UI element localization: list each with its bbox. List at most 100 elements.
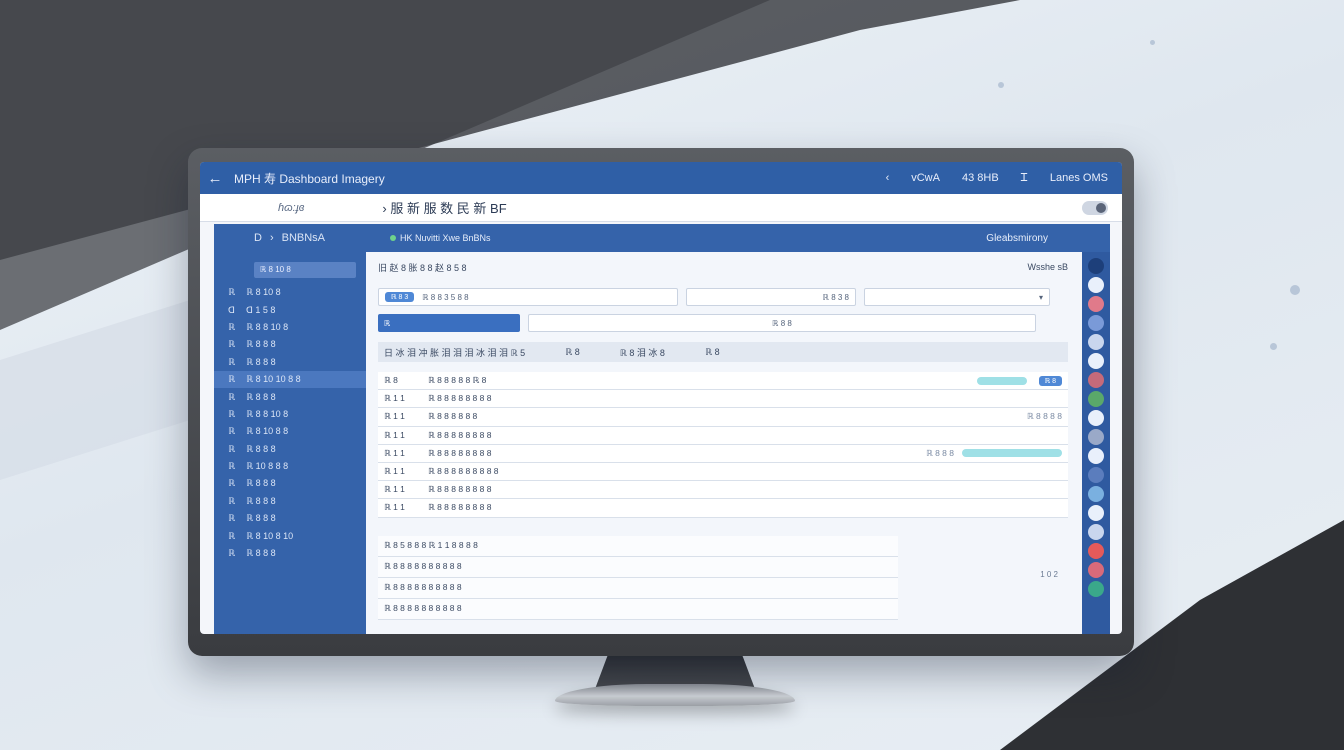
- cell-id: ℝ 1 1: [384, 411, 405, 422]
- cell-description: ℝ 8 8 8 8 8 8 8 8: [428, 484, 492, 495]
- sidebar-item-icon: ℝ: [228, 478, 236, 489]
- app-shortcut-icon[interactable]: [1088, 353, 1104, 369]
- app-shortcut-icon[interactable]: [1088, 258, 1104, 274]
- sidebar-item[interactable]: ℝ ℝ 8 8 8: [214, 545, 366, 562]
- app-shortcut-icon[interactable]: [1088, 581, 1104, 597]
- sidebar-logo: D: [254, 232, 262, 244]
- app-shortcut-icon[interactable]: [1088, 296, 1104, 312]
- title-action-3[interactable]: Ꮖ: [1021, 172, 1028, 185]
- sidebar-item-icon: ℝ: [228, 548, 236, 559]
- main-content: 旧 赵 8 胀 8 8 赵 8 5 8 Wsshe sB ℝ 8 3 ℝ 8 8…: [366, 252, 1080, 634]
- sidebar-item[interactable]: ℝ ℝ 8 8 10 8: [214, 319, 366, 336]
- sidebar-item-label: ℝ 8 10 8: [246, 287, 281, 298]
- list-item[interactable]: ℝ 8 8 8 8 8 8 8 8 8 8: [378, 577, 898, 599]
- cell-id: ℝ 1 1: [384, 484, 405, 495]
- right-app-rail: [1082, 252, 1110, 634]
- cell-meta: ℝ 8 8 8 8: [1026, 411, 1062, 422]
- app-shortcut-icon[interactable]: [1088, 543, 1104, 559]
- primary-action-button[interactable]: ℝ: [378, 314, 520, 332]
- sidebar-item-label: ℝ 8 10 8 10: [246, 530, 294, 541]
- cell-id: ℝ 1 1: [384, 502, 405, 513]
- table-row[interactable]: ℝ 1 1 ℝ 8 8 8 8 8 8 ℝ 8 8 8 8: [378, 408, 1068, 427]
- title-bar-actions: ‹ vCwA 43 8HB Ꮖ Lanes OMS: [886, 172, 1122, 185]
- app-shortcut-icon[interactable]: [1088, 524, 1104, 540]
- sidebar-item-icon: ℝ: [228, 495, 236, 506]
- cell-description: ℝ 8 8 8 8 8 8: [428, 411, 478, 422]
- title-action-2[interactable]: 43 8HB: [962, 172, 999, 184]
- cell-description: ℝ 8 8 8 8 8 8 8 8: [428, 502, 492, 513]
- app-shortcut-icon[interactable]: [1088, 391, 1104, 407]
- app-shortcut-icon[interactable]: [1088, 448, 1104, 464]
- table-row[interactable]: ℝ 1 1 ℝ 8 8 8 8 8 8 8 8: [378, 499, 1068, 518]
- cell-description: ℝ 8 8 8 8 8 8 8 8: [428, 429, 492, 440]
- sidebar-item-label: ℝ 8 8 8: [246, 339, 276, 350]
- sidebar-item-label: ℝ 8 8 10 8: [246, 408, 289, 419]
- cell-description: ℝ 8 8 8 8 8 8 8 8: [428, 393, 492, 404]
- sidebar-item-icon: ℝ: [228, 374, 236, 385]
- status-badge[interactable]: ℝ 8: [1038, 375, 1062, 386]
- sidebar-item[interactable]: ℝ ℝ 8 8 8: [214, 510, 366, 527]
- sidebar-item-label: ℝ 8 10 10 8 8: [246, 374, 301, 385]
- app-shortcut-icon[interactable]: [1088, 562, 1104, 578]
- toolbar-right-label[interactable]: Gleabsmirony: [986, 233, 1048, 244]
- sidebar-item[interactable]: ℝ ℝ 8 8 8: [214, 441, 366, 458]
- app-shortcut-icon[interactable]: [1088, 410, 1104, 426]
- sidebar-item[interactable]: ℝ ℝ 8 10 10 8 8: [214, 370, 366, 389]
- sidebar-item[interactable]: ℝ ℝ 8 10 8 8: [214, 423, 366, 440]
- app-shortcut-icon[interactable]: [1088, 486, 1104, 502]
- list-item[interactable]: ℝ 8 5 8 8 8 ℝ 1 1 8 8 8 8: [378, 535, 898, 557]
- action-field[interactable]: ℝ 8 8: [528, 314, 1036, 332]
- cell-description: ℝ 8 8 8 8 8 ℝ 8: [428, 375, 487, 386]
- sidebar-header: D › BNBNsA: [214, 224, 366, 252]
- breadcrumb[interactable]: › 服 新 服 数 民 新 BF: [382, 198, 506, 217]
- filter-field-2[interactable]: ℝ 8 3 8: [686, 288, 856, 306]
- content-toolbar: HK Nuvitti Xwe BnBNs Gleabsmirony: [366, 224, 1110, 252]
- monitor: ← MPH 寿 Dashboard Imagery ‹ vCwA 43 8HB …: [188, 148, 1134, 656]
- decor-dot: [1150, 40, 1155, 45]
- filter-select[interactable]: ▾: [864, 288, 1050, 306]
- list-item[interactable]: ℝ 8 8 8 8 8 8 8 8 8 8: [378, 598, 898, 620]
- app-shortcut-icon[interactable]: [1088, 372, 1104, 388]
- theme-toggle[interactable]: [1082, 200, 1108, 215]
- filter-chip[interactable]: ℝ 8 3: [385, 292, 415, 302]
- sidebar-item-label: ℝ 8 8 8: [246, 391, 276, 402]
- sidebar-item[interactable]: ℝ ℝ 8 8 8: [214, 354, 366, 371]
- sidebar-item[interactable]: ℝ ℝ 10 8 8 8: [214, 458, 366, 475]
- app-shortcut-icon[interactable]: [1088, 315, 1104, 331]
- sidebar-item[interactable]: ᗡ ᗡ 1 5 8: [214, 301, 366, 318]
- title-action-1[interactable]: vCwA: [911, 172, 940, 184]
- nav-back-button[interactable]: ‹: [886, 172, 890, 184]
- chevron-right-icon[interactable]: ›: [270, 232, 274, 244]
- table-row[interactable]: ℝ 1 1 ℝ 8 8 8 8 8 8 8 8: [378, 426, 1068, 445]
- sidebar-item-label: ℝ 8 8 10 8: [246, 321, 289, 332]
- sidebar-item[interactable]: ℝ ℝ 8 8 10 8: [214, 406, 366, 423]
- app-shortcut-icon[interactable]: [1088, 277, 1104, 293]
- sidebar-search-input[interactable]: ℝ 8 10 8: [254, 262, 356, 278]
- sidebar-item[interactable]: ℝ ℝ 8 10 8 10: [214, 527, 366, 544]
- table-row[interactable]: ℝ 1 1 ℝ 8 8 8 8 8 8 8 8 ℝ 8 8 8: [378, 444, 1068, 463]
- arrow-left-icon[interactable]: ←: [200, 170, 230, 187]
- sidebar-item[interactable]: ℝ ℝ 8 8 8: [214, 388, 366, 405]
- table-row[interactable]: ℝ 1 1 ℝ 8 8 8 8 8 8 8 8: [378, 481, 1068, 500]
- filter-input[interactable]: ℝ 8 3 ℝ 8 8 3 5 8 8: [378, 288, 678, 306]
- app-shortcut-icon[interactable]: [1088, 429, 1104, 445]
- sidebar-item-label: ℝ 8 8 8: [246, 478, 276, 489]
- list-item[interactable]: ℝ 8 8 8 8 8 8 8 8 8 8: [378, 556, 898, 578]
- table-row[interactable]: ℝ 1 1 ℝ 8 8 8 8 8 8 8 8 8: [378, 462, 1068, 482]
- sidebar-item[interactable]: ℝ ℝ 8 8 8: [214, 475, 366, 492]
- sidebar-item[interactable]: ℝ ℝ 8 8 8: [214, 336, 366, 353]
- title-bar: ← MPH 寿 Dashboard Imagery ‹ vCwA 43 8HB …: [200, 162, 1122, 194]
- user-menu[interactable]: Lanes OMS: [1050, 172, 1108, 184]
- sidebar-item-label: ℝ 8 8 8: [246, 513, 276, 524]
- sidebar-item-label: ℝ 8 8 8: [246, 356, 276, 367]
- pagination-label[interactable]: 1 0 2: [1040, 570, 1058, 579]
- table-row[interactable]: ℝ 1 1 ℝ 8 8 8 8 8 8 8 8: [378, 390, 1068, 409]
- app-shortcut-icon[interactable]: [1088, 334, 1104, 350]
- content-header-link[interactable]: Wsshe sB: [1027, 262, 1068, 272]
- table-row[interactable]: ℝ 8 ℝ 8 8 8 8 8 ℝ 8 ℝ 8: [378, 372, 1068, 391]
- app-shortcut-icon[interactable]: [1088, 467, 1104, 483]
- sidebar-item[interactable]: ℝ ℝ 8 8 8: [214, 493, 366, 510]
- sidebar-item-icon: ℝ: [228, 408, 236, 419]
- app-shortcut-icon[interactable]: [1088, 505, 1104, 521]
- sidebar-item[interactable]: ℝ ℝ 8 10 8: [214, 284, 366, 301]
